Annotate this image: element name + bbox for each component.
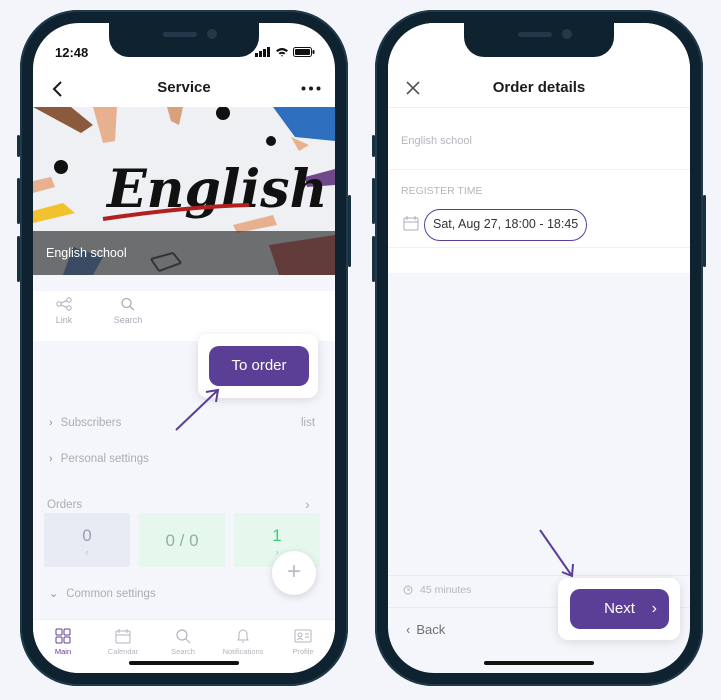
action-link[interactable]: Link [34, 297, 94, 325]
row-subscribers-label: Subscribers [60, 417, 122, 429]
tab-profile[interactable]: Profile [273, 628, 333, 656]
battery-icon [293, 47, 315, 57]
search-icon [121, 297, 135, 311]
row-personal-label: Personal settings [60, 453, 149, 465]
tab-calendar[interactable]: Calendar [93, 628, 153, 656]
search-icon [176, 629, 191, 644]
english-word: English [105, 159, 327, 220]
row-common-settings[interactable]: ⌄ Common settings [49, 587, 156, 600]
nav-bar: Order details [388, 71, 690, 108]
plus-icon: + [286, 558, 301, 585]
tab-main-label: Main [54, 647, 72, 656]
hero-image: English English school [33, 107, 335, 275]
tile-value: 1 [272, 526, 282, 545]
orders-label: Orders [47, 499, 83, 511]
to-order-button[interactable]: To order [209, 346, 309, 386]
status-icons [255, 47, 315, 57]
register-time-value[interactable]: Sat, Aug 27, 18:00 - 18:45 [424, 209, 588, 241]
pointer-arrow-left [175, 388, 220, 431]
tab-notifications-label: Notifications [222, 647, 264, 656]
share-icon [56, 297, 72, 311]
quick-actions: Link Search [33, 291, 335, 339]
chevron-right-icon: › [651, 600, 657, 617]
action-search-label: Search [113, 315, 143, 325]
tile-count-0[interactable]: 0 ‹ [44, 513, 130, 567]
action-search[interactable]: Search [98, 297, 158, 325]
back-button[interactable]: ‹ Back [406, 622, 445, 637]
register-time-label: REGISTER TIME [401, 185, 483, 197]
action-link-label: Link [55, 315, 73, 325]
tab-main[interactable]: Main [33, 628, 93, 656]
pointer-arrow-right [539, 529, 574, 578]
bell-icon [237, 629, 249, 643]
chevron-left-icon: ‹ [406, 622, 411, 637]
grid-icon [55, 628, 71, 644]
tab-calendar-label: Calendar [107, 647, 139, 656]
home-indicator [484, 661, 594, 665]
hero-caption-text: English school [46, 246, 127, 260]
calendar-icon [115, 629, 131, 644]
page-title: Service [157, 79, 211, 96]
tab-search[interactable]: Search [153, 628, 213, 656]
next-label: Next [604, 600, 635, 617]
nav-bar: Service [33, 71, 335, 107]
service-name: English school [401, 135, 472, 147]
profile-icon [294, 629, 312, 643]
tab-search-label: Search [171, 647, 195, 656]
calendar-icon [403, 216, 419, 231]
more-icon[interactable] [301, 86, 321, 91]
tab-notifications[interactable]: Notifications [213, 628, 273, 656]
row-subscribers[interactable]: › Subscribers [49, 417, 121, 429]
status-time: 12:48 [55, 45, 89, 60]
orders-chevron-icon[interactable]: › [305, 496, 310, 512]
wifi-icon [276, 48, 288, 57]
row-personal-settings[interactable]: › Personal settings [49, 453, 149, 465]
tile-value: 0 / 0 [165, 531, 199, 550]
tile-count-1[interactable]: 0 / 0 [139, 513, 225, 567]
clock-icon [403, 585, 413, 595]
row-common-label: Common settings [66, 588, 156, 600]
back-label: Back [416, 622, 446, 637]
tab-profile-label: Profile [292, 647, 314, 656]
next-button[interactable]: Next › [570, 589, 669, 629]
hero-caption: English school [33, 231, 335, 275]
row-subscribers-list[interactable]: list [301, 417, 315, 429]
add-fab-button[interactable]: + [272, 551, 316, 595]
duration-text: 45 minutes [420, 584, 472, 596]
tile-value: 0 [82, 526, 92, 545]
home-indicator [129, 661, 239, 665]
signal-icon [255, 47, 270, 57]
page-title: Order details [492, 79, 586, 96]
